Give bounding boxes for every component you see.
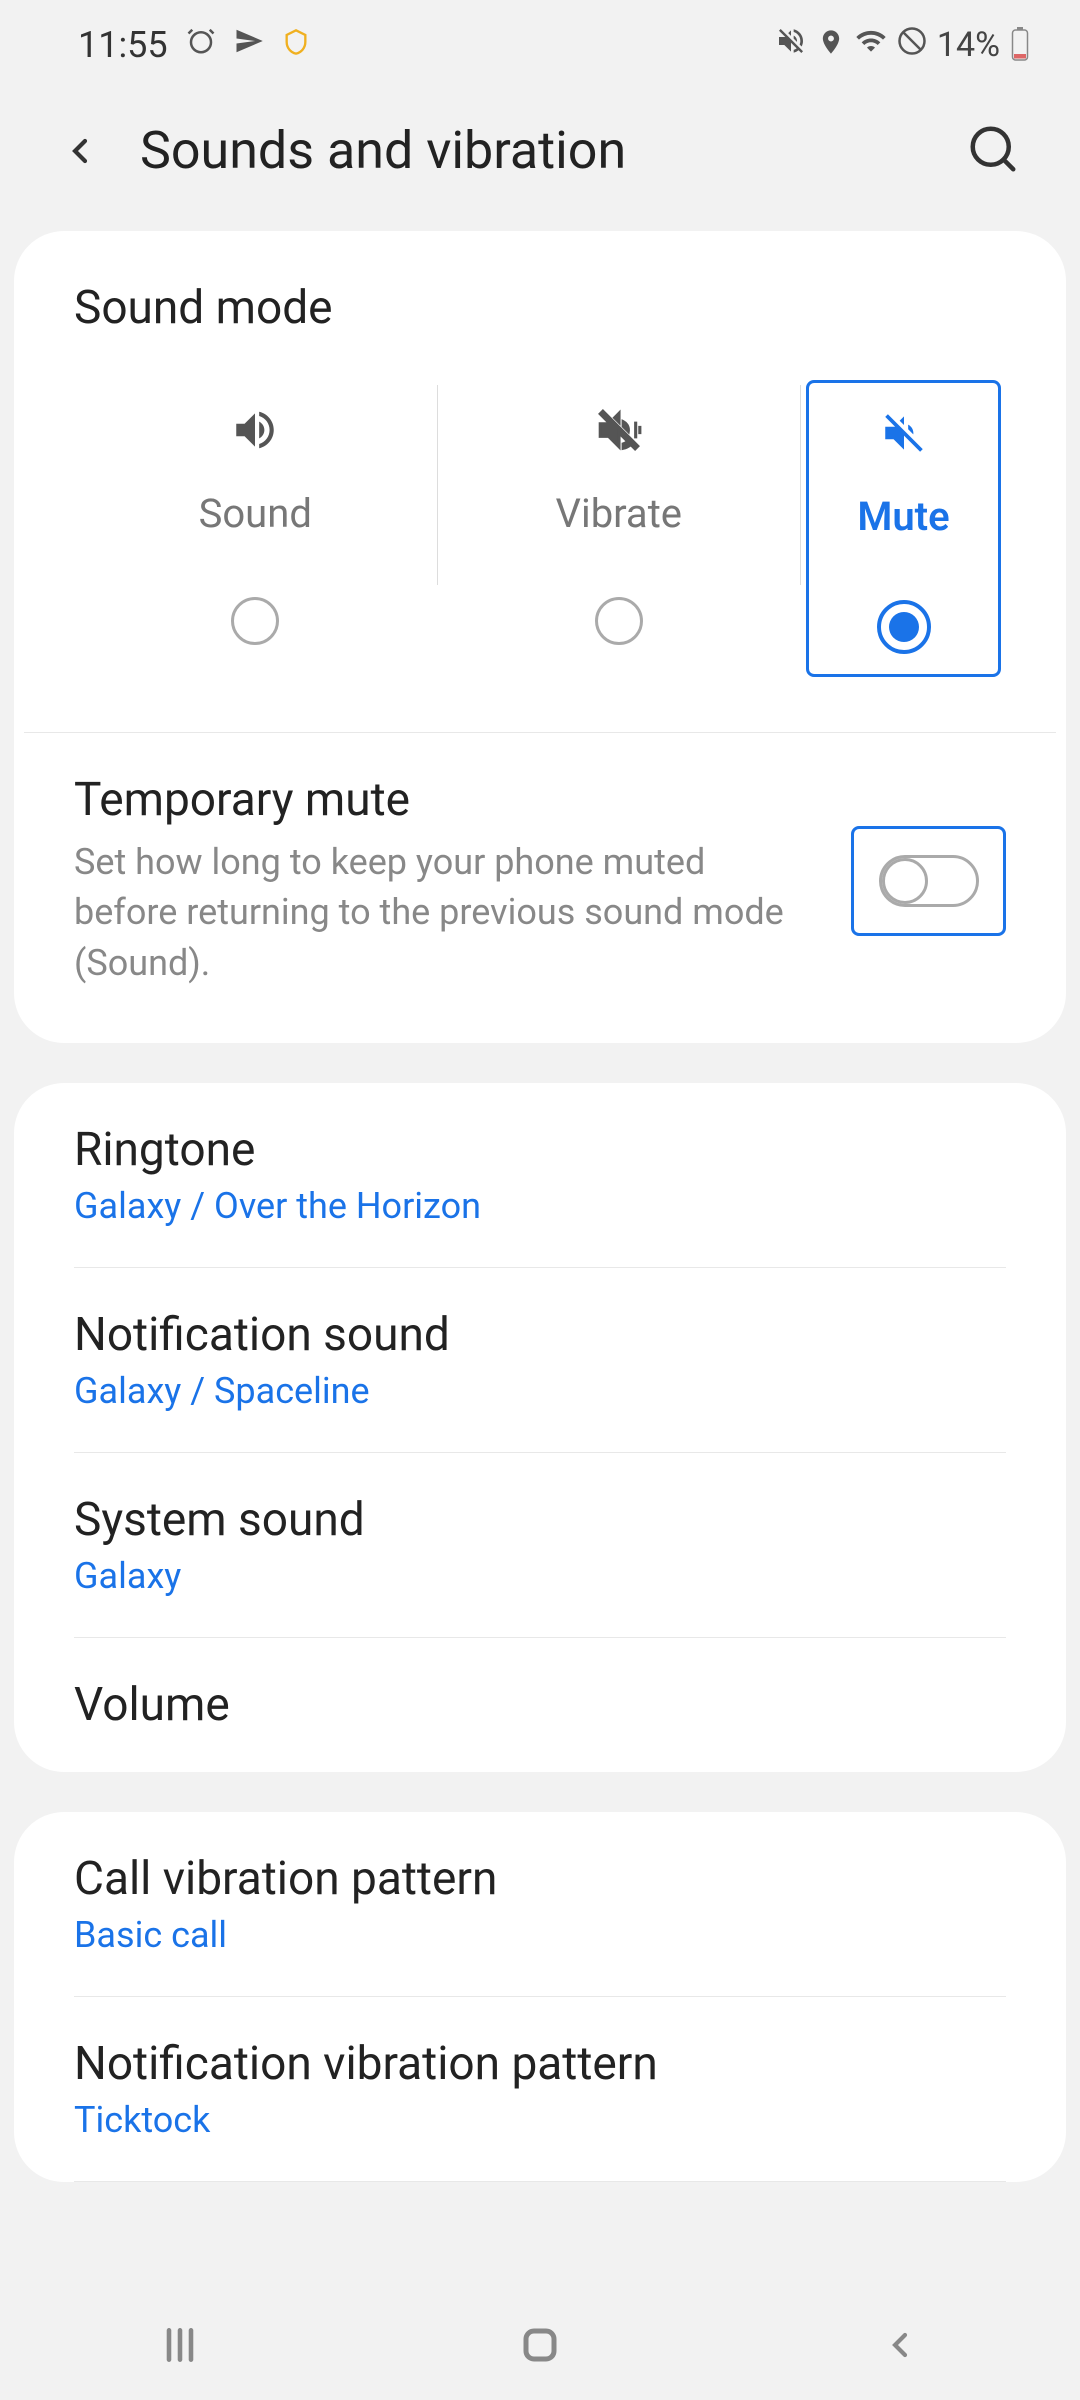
list-sub: Ticktock	[74, 2099, 1006, 2141]
send-icon	[234, 25, 264, 65]
battery-percent: 14%	[937, 25, 1000, 65]
sound-mode-label: Sound mode	[74, 281, 1006, 335]
mode-label-sound: Sound	[199, 490, 312, 537]
alarm-icon	[186, 25, 216, 65]
sound-mode-sound[interactable]: Sound	[74, 385, 437, 672]
wifi-icon	[855, 25, 887, 66]
list-sub: Galaxy / Spaceline	[74, 1370, 1006, 1412]
status-time: 11:55	[78, 24, 168, 66]
mute-icon	[879, 403, 929, 463]
home-button[interactable]	[440, 2321, 640, 2369]
search-button[interactable]	[966, 122, 1020, 180]
mode-label-vibrate: Vibrate	[556, 490, 682, 537]
list-title: Ringtone	[74, 1123, 1006, 1177]
no-data-icon	[897, 25, 927, 65]
sound-mode-vibrate[interactable]: Vibrate	[438, 385, 801, 672]
battery-icon	[1010, 27, 1030, 63]
radio-mute	[877, 600, 931, 654]
notification-sound-item[interactable]: Notification sound Galaxy / Spaceline	[14, 1268, 1066, 1452]
temp-mute-desc: Set how long to keep your phone muted be…	[74, 837, 811, 988]
list-title: System sound	[74, 1493, 1006, 1547]
page-header: Sounds and vibration	[0, 90, 1080, 231]
list-title: Volume	[74, 1678, 1006, 1732]
navigation-bar	[0, 2290, 1080, 2400]
system-sound-item[interactable]: System sound Galaxy	[14, 1453, 1066, 1637]
sounds-card: Ringtone Galaxy / Over the Horizon Notif…	[14, 1083, 1066, 1772]
list-sub: Galaxy / Over the Horizon	[74, 1185, 1006, 1227]
speaker-icon	[225, 400, 285, 460]
sound-mode-card: Sound mode Sound Vibrate	[14, 231, 1066, 1043]
ringtone-item[interactable]: Ringtone Galaxy / Over the Horizon	[14, 1083, 1066, 1267]
temp-mute-toggle[interactable]	[851, 826, 1006, 936]
radio-sound	[231, 597, 279, 645]
list-sub: Basic call	[74, 1914, 1006, 1956]
notification-vibration-item[interactable]: Notification vibration pattern Ticktock	[14, 1997, 1066, 2181]
shield-icon	[282, 25, 310, 65]
temporary-mute-row[interactable]: Temporary mute Set how long to keep your…	[14, 733, 1066, 1043]
list-title: Call vibration pattern	[74, 1852, 1006, 1906]
back-nav-button[interactable]	[800, 2325, 1000, 2365]
status-bar: 11:55 14%	[0, 0, 1080, 90]
page-title: Sounds and vibration	[140, 120, 926, 181]
mode-label-mute: Mute	[857, 493, 949, 540]
sound-mode-mute[interactable]: Mute	[806, 380, 1001, 677]
back-button[interactable]	[60, 126, 100, 176]
list-title: Notification sound	[74, 1308, 1006, 1362]
list-title: Notification vibration pattern	[74, 2037, 1006, 2091]
call-vibration-item[interactable]: Call vibration pattern Basic call	[14, 1812, 1066, 1996]
recents-button[interactable]	[80, 2323, 280, 2367]
vibrate-icon	[591, 400, 647, 460]
location-icon	[817, 25, 845, 65]
temp-mute-title: Temporary mute	[74, 773, 811, 827]
radio-vibrate	[595, 597, 643, 645]
mute-status-icon	[775, 25, 807, 66]
list-sub: Galaxy	[74, 1555, 1006, 1597]
vibration-card: Call vibration pattern Basic call Notifi…	[14, 1812, 1066, 2182]
volume-item[interactable]: Volume	[14, 1638, 1066, 1772]
